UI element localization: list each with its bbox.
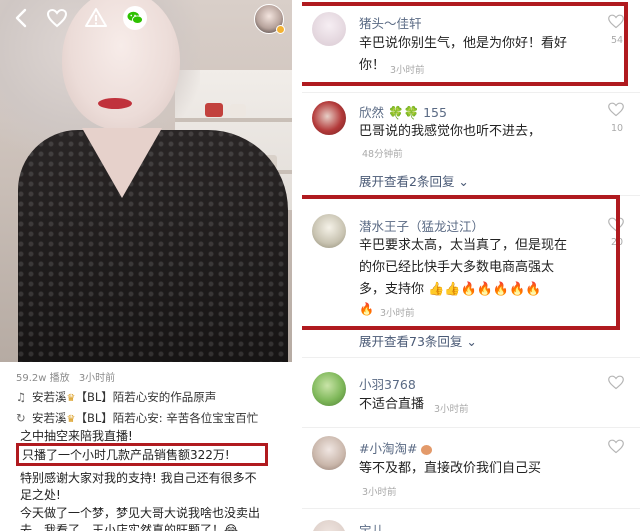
- lips: [98, 98, 132, 109]
- commenter-avatar[interactable]: [312, 520, 346, 531]
- music-title: 【BL】陌若心安的作品原声: [75, 390, 217, 404]
- caption-line: 足之处!: [20, 488, 61, 502]
- commenter-name: #小淘淘#: [359, 441, 418, 456]
- v-neckline: [82, 128, 162, 198]
- comment-text: 不适合直播: [359, 397, 425, 412]
- music-note-icon: ♫: [16, 390, 27, 404]
- commenter-avatar[interactable]: [312, 101, 346, 135]
- shelf-bag: [230, 104, 246, 117]
- comment-text: 巴哥说的我感觉你也听不进去，: [359, 124, 542, 139]
- commenter-name[interactable]: 小羽3768: [359, 374, 416, 393]
- panel-divider: [292, 0, 302, 531]
- repost-row[interactable]: ↻ 安若溪♛【BL】陌若心安: 辛苦各位宝宝百忙: [16, 410, 258, 428]
- highlight-box: [302, 2, 628, 86]
- comment-time: 3小时前: [362, 487, 397, 498]
- comment-time: 48分钟前: [362, 149, 403, 160]
- music-source-row[interactable]: ♫ 安若溪♛【BL】陌若心安的作品原声: [16, 389, 216, 407]
- comment-text: 等不及都，直接改价我们自己买: [359, 461, 542, 476]
- heart-outline-icon[interactable]: [45, 6, 69, 30]
- comment-separator: [302, 508, 640, 509]
- author-name[interactable]: 安若溪: [32, 411, 67, 425]
- like-heart-icon[interactable]: [607, 101, 625, 117]
- highlight-box: [302, 195, 620, 330]
- highlight-box: [16, 443, 268, 466]
- commenter-avatar[interactable]: [312, 436, 346, 470]
- play-count: 59.2w 播放: [16, 373, 70, 384]
- like-count: 10: [610, 123, 624, 134]
- video-player[interactable]: [0, 0, 292, 362]
- expand-replies-link[interactable]: 展开查看2条回复 ⌄: [359, 171, 469, 190]
- like-heart-icon[interactable]: [607, 374, 625, 390]
- comment-time: 3小时前: [434, 404, 469, 415]
- repost-icon: ↻: [16, 411, 26, 425]
- author-avatar[interactable]: [254, 4, 285, 34]
- commenter-name: 欣然: [359, 105, 385, 120]
- caption-line: 去，我看了，王小店实然真的旺颗了！😂: [20, 523, 239, 531]
- clover-badge: 🍀🍀 155: [388, 105, 447, 120]
- author-name[interactable]: 安若溪: [32, 390, 67, 404]
- commenter-name[interactable]: 宝儿: [359, 520, 384, 531]
- post-time: 3小时前: [78, 373, 116, 384]
- like-heart-icon[interactable]: [607, 438, 625, 454]
- commenter-name-row[interactable]: 欣然 🍀🍀 155: [359, 102, 447, 121]
- comment-separator: [302, 357, 640, 358]
- video-top-bar: [0, 0, 292, 36]
- comment-separator: [302, 92, 640, 93]
- heart-badge-icon: [421, 444, 433, 455]
- video-post-panel: 59.2w 播放 3小时前 ♫ 安若溪♛【BL】陌若心安的作品原声 ↻ 安若溪♛【B…: [0, 0, 292, 531]
- caption-line: 今天做了一个梦，梦见大哥大说我啥也没卖出: [20, 506, 261, 520]
- caption-line: 特别感谢大家对我的支持! 我自己还有很多不: [20, 471, 257, 485]
- shelf-bag: [205, 103, 223, 117]
- comment-separator: [302, 427, 640, 428]
- follow-badge-icon: [276, 25, 285, 34]
- video-meta: 59.2w 播放 3小时前: [16, 369, 121, 384]
- report-warning-icon[interactable]: [84, 6, 108, 30]
- repost-text: 【BL】陌若心安: 辛苦各位宝宝百忙: [75, 411, 259, 425]
- wechat-share-icon[interactable]: [123, 6, 147, 30]
- back-chevron-icon[interactable]: [10, 6, 34, 30]
- comments-panel: 猪头～佳轩 辛巴说你别生气，他是为你好！看好 你！ 3小时前 54 欣然 🍀🍀 …: [302, 0, 640, 531]
- commenter-name-row[interactable]: #小淘淘#: [359, 438, 433, 457]
- commenter-avatar[interactable]: [312, 372, 346, 406]
- expand-replies-link[interactable]: 展开查看73条回复 ⌄: [359, 331, 477, 350]
